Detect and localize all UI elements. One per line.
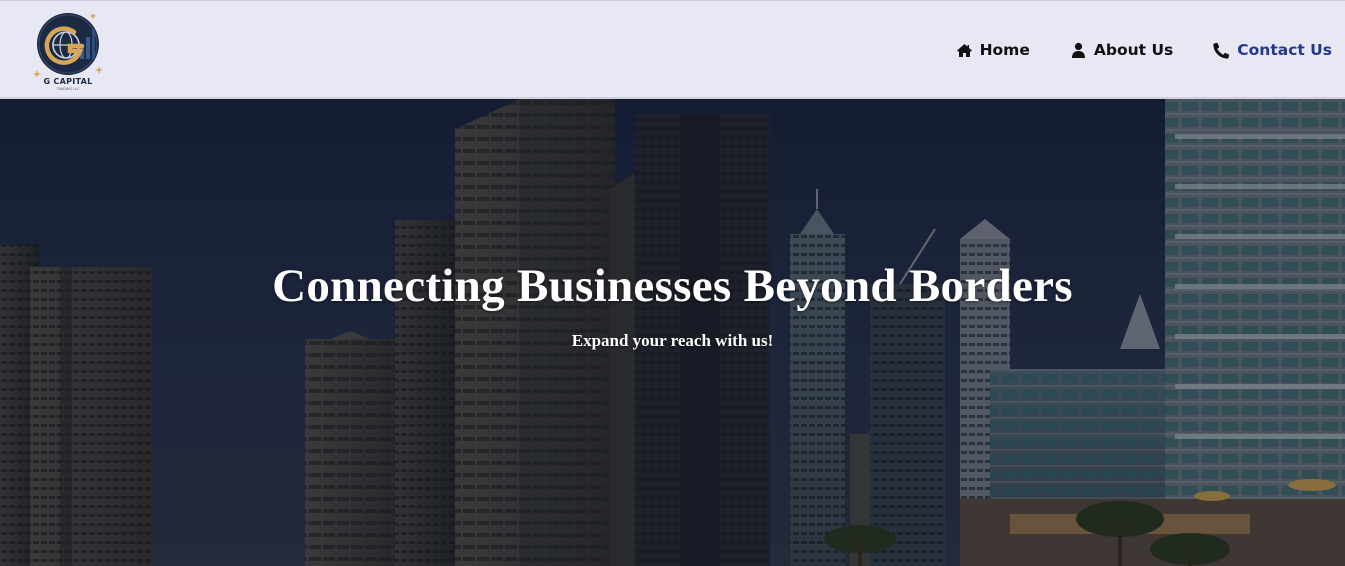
hero-banner: Connecting Businesses Beyond Borders Exp… <box>0 99 1345 566</box>
top-navbar: G CAPITAL TRADING LLC Home About Us Cont… <box>0 0 1345 99</box>
home-icon <box>956 42 973 59</box>
nav-item-label: Contact Us <box>1237 41 1332 59</box>
nav-item-home[interactable]: Home <box>956 41 1030 59</box>
nav-item-about[interactable]: About Us <box>1070 41 1173 59</box>
user-icon <box>1070 42 1087 59</box>
phone-icon <box>1213 42 1230 59</box>
brand-name: G CAPITAL <box>43 77 93 86</box>
brand-tagline: TRADING LLC <box>56 87 80 91</box>
hero-subtitle: Expand your reach with us! <box>571 331 774 350</box>
nav-item-contact[interactable]: Contact Us <box>1213 41 1332 59</box>
hero-title: Connecting Businesses Beyond Borders <box>272 260 1073 312</box>
nav-item-label: Home <box>979 41 1030 59</box>
main-nav: Home About Us Contact Us <box>916 39 1332 61</box>
brand-logo[interactable]: G CAPITAL TRADING LLC <box>30 11 106 93</box>
nav-item-label: About Us <box>1093 41 1174 59</box>
g-capital-logo-icon <box>33 13 103 78</box>
